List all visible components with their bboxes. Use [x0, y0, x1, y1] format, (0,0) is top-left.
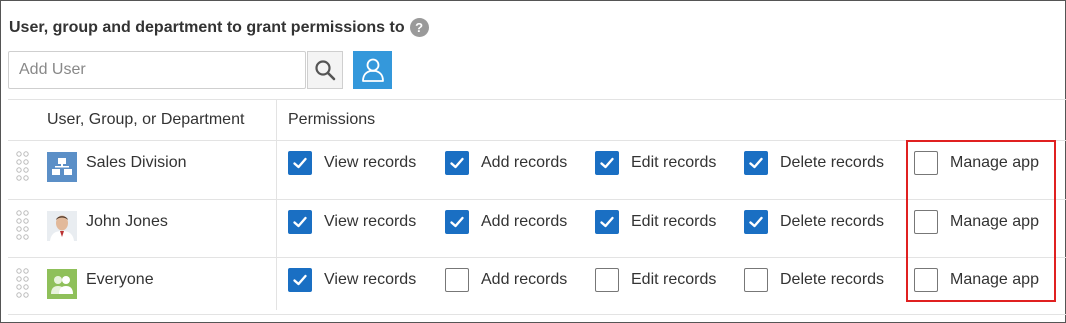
- permission-label: Add records: [481, 154, 568, 171]
- permission-label: Add records: [481, 213, 568, 230]
- add-records-checkbox[interactable]: [445, 268, 469, 292]
- permission-delete-records[interactable]: Delete records: [744, 151, 884, 175]
- delete-records-checkbox[interactable]: [744, 268, 768, 292]
- permission-delete-records[interactable]: Delete records: [744, 210, 884, 234]
- heading-text: User, group and department to grant perm…: [9, 18, 405, 36]
- permission-view-records[interactable]: View records: [288, 210, 416, 234]
- column-header-permissions: Permissions: [288, 111, 376, 128]
- permission-edit-records[interactable]: Edit records: [595, 268, 716, 292]
- delete-records-checkbox[interactable]: [744, 210, 768, 234]
- permission-add-records[interactable]: Add records: [445, 268, 567, 292]
- permission-label: Delete records: [780, 271, 885, 288]
- department-icon: [47, 152, 77, 182]
- permission-label: Edit records: [631, 271, 717, 288]
- manage-app-highlight: [906, 140, 1056, 302]
- drag-handle-icon[interactable]: [15, 267, 31, 299]
- permission-label: Edit records: [631, 154, 717, 171]
- permission-label: Delete records: [780, 154, 885, 171]
- permission-label: View records: [324, 271, 417, 288]
- edit-records-checkbox[interactable]: [595, 210, 619, 234]
- user-picker-button[interactable]: [353, 51, 392, 89]
- permission-label: View records: [324, 213, 417, 230]
- permission-view-records[interactable]: View records: [288, 151, 416, 175]
- permission-delete-records[interactable]: Delete records: [744, 268, 884, 292]
- drag-handle-icon[interactable]: [15, 209, 31, 241]
- section-heading: User, group and department to grant perm…: [9, 18, 429, 37]
- edit-records-checkbox[interactable]: [595, 151, 619, 175]
- edit-records-checkbox[interactable]: [595, 268, 619, 292]
- search-icon: [315, 60, 336, 81]
- add-user-input[interactable]: [8, 51, 306, 89]
- permission-edit-records[interactable]: Edit records: [595, 210, 716, 234]
- column-header-entity: User, Group, or Department: [47, 111, 245, 128]
- permission-add-records[interactable]: Add records: [445, 210, 567, 234]
- permission-edit-records[interactable]: Edit records: [595, 151, 716, 175]
- avatar: [47, 211, 77, 241]
- permission-label: View records: [324, 154, 417, 171]
- permissions-panel: User, group and department to grant perm…: [0, 0, 1066, 323]
- help-icon[interactable]: ?: [409, 18, 429, 37]
- view-records-checkbox[interactable]: [288, 268, 312, 292]
- drag-handle-icon[interactable]: [15, 150, 31, 182]
- group-icon: [47, 269, 77, 299]
- view-records-checkbox[interactable]: [288, 210, 312, 234]
- user-icon: [361, 58, 384, 82]
- delete-records-checkbox[interactable]: [744, 151, 768, 175]
- entity-name: Everyone: [86, 271, 154, 288]
- entity-name: John Jones: [86, 213, 168, 230]
- entity-name: Sales Division: [86, 154, 187, 171]
- view-records-checkbox[interactable]: [288, 151, 312, 175]
- permission-label: Edit records: [631, 213, 717, 230]
- add-records-checkbox[interactable]: [445, 210, 469, 234]
- permission-label: Add records: [481, 271, 568, 288]
- permission-add-records[interactable]: Add records: [445, 151, 567, 175]
- permission-label: Delete records: [780, 213, 885, 230]
- add-records-checkbox[interactable]: [445, 151, 469, 175]
- permission-view-records[interactable]: View records: [288, 268, 416, 292]
- search-button[interactable]: [307, 51, 343, 89]
